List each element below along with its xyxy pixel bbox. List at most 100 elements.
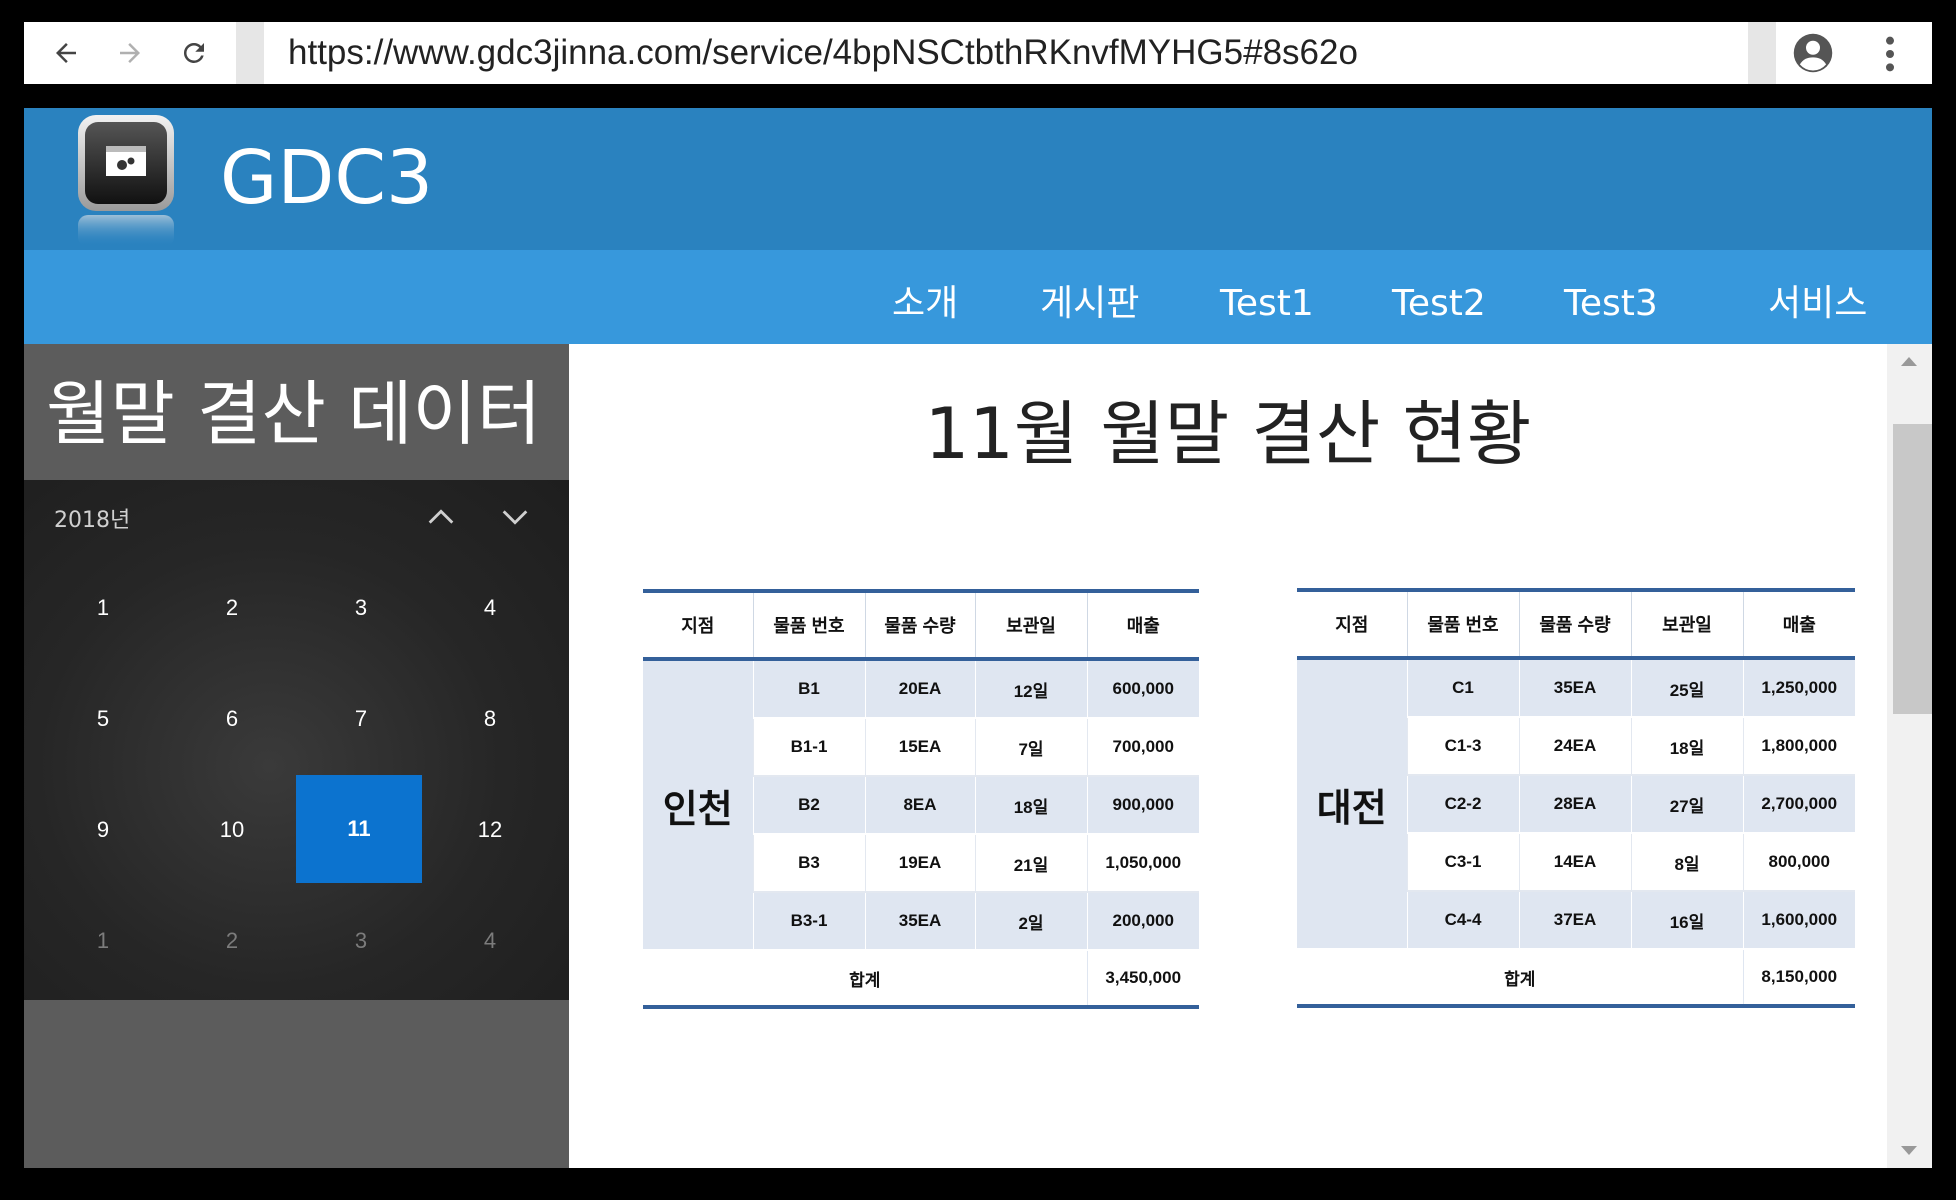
storage-days: 8일 [1630,833,1743,892]
sales: 1,600,000 [1742,891,1855,950]
storage-days: 18일 [1630,717,1743,776]
calendar-month-next-year[interactable]: 1 [41,887,165,995]
main-nav: 소개 게시판 Test1 Test2 Test3 서비스 [24,250,1932,344]
calendar-month[interactable]: 7 [299,665,423,773]
item-number: B3-1 [752,892,865,951]
nav-item-test1[interactable]: Test1 [1220,280,1314,328]
more-vert-icon[interactable] [1884,34,1896,74]
calendar-month[interactable]: 4 [428,554,552,662]
scroll-down-icon[interactable] [1897,1138,1921,1162]
account-icon[interactable] [1792,32,1834,74]
sales: 1,050,000 [1086,834,1199,893]
nav-item-test3[interactable]: Test3 [1564,280,1658,328]
reload-button[interactable] [166,22,222,84]
sidebar: 월말 결산 데이터 2018년 1 2 3 4 5 6 7 8 9 10 11 … [24,344,569,1168]
total-sales: 3,450,000 [1086,950,1199,1009]
sales: 2,700,000 [1742,775,1855,834]
sales: 800,000 [1742,833,1855,892]
item-number: B3 [752,834,865,893]
storage-days: 12일 [974,659,1087,719]
url-bar-left-edge [236,22,264,84]
scroll-up-icon[interactable] [1897,350,1921,374]
forward-button[interactable] [102,22,158,84]
storage-days: 25일 [1630,658,1743,718]
calendar-month[interactable]: 1 [41,554,165,662]
region-cell: 대전 [1297,658,1407,950]
month-calendar: 2018년 1 2 3 4 5 6 7 8 9 10 11 12 1 2 3 4 [24,480,569,1000]
calendar-month-next-year[interactable]: 2 [170,887,294,995]
address-bar[interactable]: https://www.gdc3jinna.com/service/4bpNSC… [288,22,1358,84]
nav-item-intro[interactable]: 소개 [892,280,958,328]
storage-days: 18일 [974,776,1087,835]
item-number: C1 [1406,658,1519,718]
table-header-row: 지점 물품 번호 물품 수량 보관일 매출 [1297,588,1855,660]
sales: 700,000 [1086,718,1199,777]
table-row: 대전 C1 35EA 25일 1,250,000 [1297,658,1855,950]
calendar-month[interactable]: 8 [428,665,552,773]
table-row: 인천 B1 20EA 12일 600,000 [643,659,1199,951]
calendar-month-next-year[interactable]: 4 [428,887,552,995]
forward-arrow-icon [120,43,140,63]
reload-icon [183,42,204,63]
back-button[interactable] [38,22,94,84]
storage-days: 27일 [1630,775,1743,834]
column-header: 물품 수량 [864,589,975,661]
storage-days: 7일 [974,718,1087,777]
calendar-month[interactable]: 10 [170,776,294,884]
settlement-table-daejeon: 지점 물품 번호 물품 수량 보관일 매출 대전 C1 35EA 25일 1,2… [1297,588,1855,1008]
total-row: 합계 3,450,000 [643,950,1199,1009]
chevron-up-icon[interactable] [424,500,458,534]
calendar-month[interactable]: 6 [170,665,294,773]
browser-toolbar: https://www.gdc3jinna.com/service/4bpNSC… [24,22,1932,84]
item-number: C3-1 [1406,833,1519,892]
column-header: 물품 수량 [1518,588,1631,660]
app-logo-icon[interactable] [76,113,176,249]
settlement-table-incheon: 지점 물품 번호 물품 수량 보관일 매출 인천 B1 20EA 12일 600… [643,589,1199,1009]
site-brand[interactable]: GDC3 [220,128,433,228]
sales: 600,000 [1086,659,1199,719]
item-number: C4-4 [1406,891,1519,950]
item-quantity: 28EA [1518,775,1631,834]
item-quantity: 19EA [864,834,975,893]
total-row: 합계 8,150,000 [1297,949,1855,1008]
nav-item-test2[interactable]: Test2 [1392,280,1486,328]
item-quantity: 14EA [1518,833,1631,892]
nav-item-service[interactable]: 서비스 [1768,280,1867,328]
calendar-month[interactable]: 12 [428,776,552,884]
nav-item-board[interactable]: 게시판 [1040,280,1139,328]
column-header: 물품 번호 [752,589,865,661]
column-header: 지점 [1297,588,1407,660]
sales: 900,000 [1086,776,1199,835]
item-number: B1-1 [752,718,865,777]
item-quantity: 24EA [1518,717,1631,776]
column-header: 물품 번호 [1406,588,1519,660]
item-quantity: 35EA [1518,658,1631,718]
page-scrollbar[interactable] [1887,344,1932,1168]
item-number: C2-2 [1406,775,1519,834]
back-arrow-icon [56,43,76,63]
calendar-month[interactable]: 3 [299,554,423,662]
main-content: 11월 월말 결산 현황 지점 물품 번호 물품 수량 보관일 매출 인천 B1… [569,344,1887,1168]
calendar-year[interactable]: 2018년 [54,502,130,534]
url-bar-right-edge [1748,22,1776,84]
item-number: C1-3 [1406,717,1519,776]
item-quantity: 20EA [864,659,975,719]
calendar-month-selected[interactable]: 11 [296,775,422,883]
web-page: GDC3 소개 게시판 Test1 Test2 Test3 서비스 월말 결산 … [24,108,1932,1168]
calendar-month[interactable]: 2 [170,554,294,662]
calendar-month-next-year[interactable]: 3 [299,887,423,995]
sales: 1,800,000 [1742,717,1855,776]
column-header: 매출 [1742,588,1855,660]
sidebar-title: 월말 결산 데이터 [46,373,542,455]
item-number: B2 [752,776,865,835]
column-header: 지점 [643,589,753,661]
region-cell: 인천 [643,659,753,951]
calendar-month[interactable]: 9 [41,776,165,884]
column-header: 보관일 [974,589,1087,661]
scrollbar-thumb[interactable] [1893,424,1932,714]
item-quantity: 37EA [1518,891,1631,950]
column-header: 보관일 [1630,588,1743,660]
chevron-down-icon[interactable] [498,500,532,534]
calendar-month[interactable]: 5 [41,665,165,773]
total-sales: 8,150,000 [1742,949,1855,1008]
